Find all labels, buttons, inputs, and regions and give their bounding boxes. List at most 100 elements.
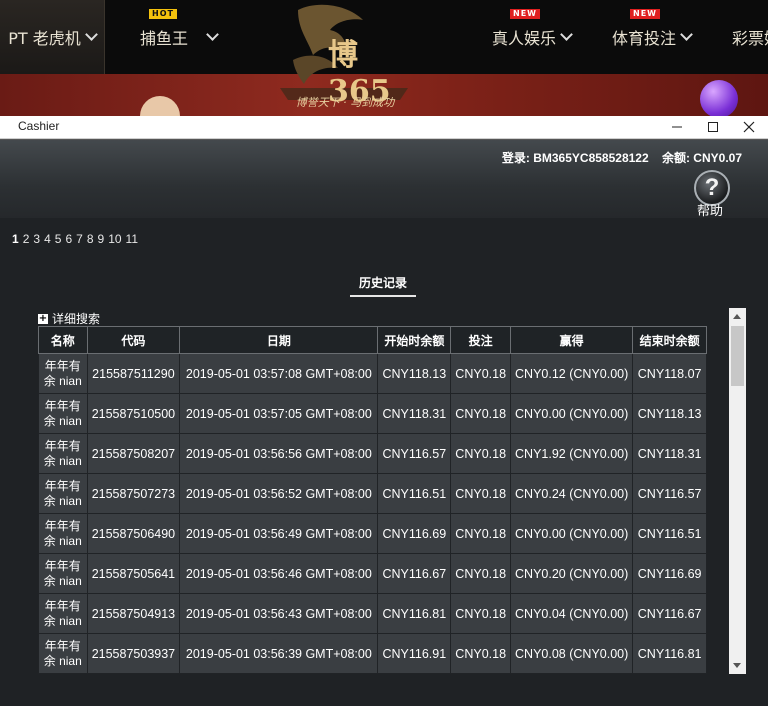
nav-item-label: 彩票娱 bbox=[732, 29, 768, 48]
cell-date: 2019-05-01 03:57:08 GMT+08:00 bbox=[179, 353, 379, 394]
scroll-down-icon[interactable] bbox=[733, 663, 741, 668]
cell-date: 2019-05-01 03:56:46 GMT+08:00 bbox=[179, 553, 379, 594]
table-row[interactable]: 年年有余 nian 215587508207 2019-05-01 03:56:56… bbox=[38, 433, 707, 474]
cell-code: 215587504913 bbox=[86, 593, 181, 634]
nav-item-sports[interactable]: NEW 体育投注 bbox=[612, 0, 693, 74]
cell-start: CNY116.81 bbox=[377, 593, 452, 634]
advanced-search-label: 详细搜索 bbox=[52, 312, 101, 326]
site-logo[interactable]: 博365 博誉天下 · 马到成功 bbox=[268, 0, 418, 116]
cell-bet: CNY0.18 bbox=[450, 473, 512, 514]
page-link[interactable]: 10 bbox=[108, 232, 121, 246]
page-link[interactable]: 8 bbox=[87, 232, 94, 246]
cell-win: CNY0.00 (CNY0.00) bbox=[510, 393, 634, 434]
scrollbar-thumb[interactable] bbox=[731, 326, 744, 386]
chevron-down-icon bbox=[560, 28, 573, 41]
page-link[interactable]: 3 bbox=[33, 232, 40, 246]
chevron-down-icon bbox=[206, 28, 219, 41]
cell-start: CNY118.31 bbox=[377, 393, 452, 434]
cell-bet: CNY0.18 bbox=[450, 433, 512, 474]
cell-win: CNY0.04 (CNY0.00) bbox=[510, 593, 634, 634]
window-titlebar[interactable]: Cashier bbox=[0, 116, 768, 139]
column-header[interactable]: 赢得 bbox=[510, 326, 634, 354]
cell-win: CNY0.24 (CNY0.00) bbox=[510, 473, 634, 514]
cashier-window: Cashier 登录: BM365YC858528122 余额: CNY0.07… bbox=[0, 116, 768, 706]
help-button[interactable]: ? 帮助 bbox=[691, 170, 733, 220]
cell-bet: CNY0.18 bbox=[450, 633, 512, 674]
page-link[interactable]: 5 bbox=[55, 232, 62, 246]
hot-badge: HOT bbox=[149, 9, 177, 19]
cell-end: CNY116.57 bbox=[632, 473, 707, 514]
page-link[interactable]: 6 bbox=[65, 232, 72, 246]
cell-end: CNY116.51 bbox=[632, 513, 707, 554]
table-row[interactable]: 年年有余 nian 215587511290 2019-05-01 03:57:08… bbox=[38, 353, 707, 394]
cell-name: 年年有余 nian bbox=[38, 393, 88, 434]
table-header-row: 名称 代码 日期 开始时余额 投注 赢得 结束时余额 bbox=[38, 326, 707, 354]
table-body: 年年有余 nian 215587511290 2019-05-01 03:57:08… bbox=[38, 353, 707, 674]
nav-item-live-casino[interactable]: NEW 真人娱乐 bbox=[492, 0, 573, 74]
account-balance: 登录: BM365YC858528122 余额: CNY0.07 bbox=[501, 151, 742, 165]
scrollbar[interactable] bbox=[729, 308, 746, 674]
cell-end: CNY118.31 bbox=[632, 433, 707, 474]
minimize-icon bbox=[672, 126, 682, 128]
maximize-button[interactable] bbox=[698, 116, 728, 138]
nav-item-fishing[interactable]: HOT 捕鱼王 bbox=[140, 0, 219, 74]
plus-icon: + bbox=[38, 312, 48, 324]
chevron-down-icon bbox=[84, 28, 98, 41]
cell-bet: CNY0.18 bbox=[450, 513, 512, 554]
cell-start: CNY116.57 bbox=[377, 433, 452, 474]
history-table: 名称 代码 日期 开始时余额 投注 赢得 结束时余额 年年有余 nian 2155… bbox=[38, 326, 707, 674]
cell-code: 215587510500 bbox=[86, 393, 181, 434]
pagination: 1 2 3 4 5 6 7 8 9 10 11 bbox=[12, 232, 142, 246]
cell-win: CNY0.08 (CNY0.00) bbox=[510, 633, 634, 674]
page-link[interactable]: 11 bbox=[126, 232, 138, 246]
cashier-header: 登录: BM365YC858528122 余额: CNY0.07 ? 帮助 bbox=[0, 139, 768, 220]
page-link[interactable]: 9 bbox=[98, 232, 105, 246]
tab-history[interactable]: 历史记录 bbox=[350, 274, 416, 297]
cell-date: 2019-05-01 03:57:05 GMT+08:00 bbox=[179, 393, 379, 434]
cell-start: CNY116.91 bbox=[377, 633, 452, 674]
minimize-button[interactable] bbox=[662, 116, 692, 138]
nav-item-label: PT 老虎机 bbox=[8, 29, 81, 48]
cell-code: 215587506490 bbox=[86, 513, 181, 554]
table-row[interactable]: 年年有余 nian 215587503937 2019-05-01 03:56:39… bbox=[38, 633, 707, 674]
page-link[interactable]: 2 bbox=[23, 232, 30, 246]
close-icon bbox=[743, 121, 755, 133]
column-header[interactable]: 结束时余额 bbox=[632, 326, 707, 354]
column-header[interactable]: 代码 bbox=[86, 326, 181, 354]
cell-bet: CNY0.18 bbox=[450, 353, 512, 394]
page-link[interactable]: 7 bbox=[76, 232, 83, 246]
nav-item-label: 捕鱼王 bbox=[140, 29, 189, 48]
close-button[interactable] bbox=[734, 116, 764, 138]
table-row[interactable]: 年年有余 nian 215587510500 2019-05-01 03:57:05… bbox=[38, 393, 707, 434]
column-header[interactable]: 开始时余额 bbox=[377, 326, 452, 354]
purple-ball-icon bbox=[700, 80, 738, 116]
page-link[interactable]: 4 bbox=[44, 232, 51, 246]
cell-date: 2019-05-01 03:56:43 GMT+08:00 bbox=[179, 593, 379, 634]
cell-start: CNY116.67 bbox=[377, 553, 452, 594]
cell-date: 2019-05-01 03:56:49 GMT+08:00 bbox=[179, 513, 379, 554]
column-header[interactable]: 投注 bbox=[450, 326, 512, 354]
cell-end: CNY116.69 bbox=[632, 553, 707, 594]
table-row[interactable]: 年年有余 nian 215587504913 2019-05-01 03:56:43… bbox=[38, 593, 707, 634]
nav-item-lottery[interactable]: 彩票娱 bbox=[732, 0, 768, 74]
cell-win: CNY0.00 (CNY0.00) bbox=[510, 513, 634, 554]
nav-item-label: 体育投注 bbox=[612, 29, 677, 48]
advanced-search-toggle[interactable]: + 详细搜索 bbox=[38, 310, 100, 327]
cell-start: CNY116.51 bbox=[377, 473, 452, 514]
column-header[interactable]: 日期 bbox=[179, 326, 379, 354]
cell-name: 年年有余 nian bbox=[38, 593, 88, 634]
table-row[interactable]: 年年有余 nian 215587506490 2019-05-01 03:56:49… bbox=[38, 513, 707, 554]
table-row[interactable]: 年年有余 nian 215587505641 2019-05-01 03:56:46… bbox=[38, 553, 707, 594]
cell-win: CNY0.20 (CNY0.00) bbox=[510, 553, 634, 594]
window-title: Cashier bbox=[18, 119, 60, 133]
cell-name: 年年有余 nian bbox=[38, 473, 88, 514]
nav-item-pt-slots[interactable]: PT 老虎机 bbox=[0, 0, 105, 74]
scroll-up-icon[interactable] bbox=[733, 314, 741, 319]
cell-start: CNY118.13 bbox=[377, 353, 452, 394]
cell-code: 215587508207 bbox=[86, 433, 181, 474]
cell-bet: CNY0.18 bbox=[450, 393, 512, 434]
cell-end: CNY116.81 bbox=[632, 633, 707, 674]
table-row[interactable]: 年年有余 nian 215587507273 2019-05-01 03:56:52… bbox=[38, 473, 707, 514]
page-link[interactable]: 1 bbox=[12, 232, 19, 246]
column-header[interactable]: 名称 bbox=[38, 326, 88, 354]
